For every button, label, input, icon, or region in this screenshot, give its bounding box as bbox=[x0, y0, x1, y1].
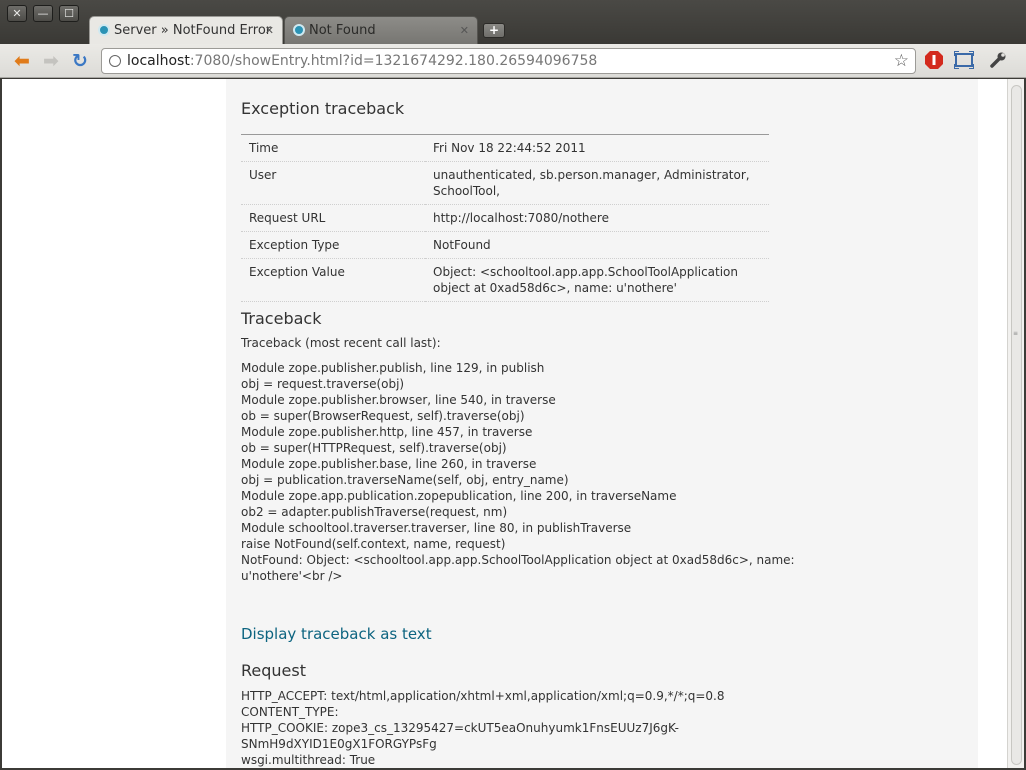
fullscreen-extension-button[interactable] bbox=[953, 50, 975, 71]
request-line: SNmH9dXYID1E0gX1FORGYPsFg bbox=[241, 737, 437, 751]
traceback-line: Module zope.app.publication.zopepublicat… bbox=[241, 489, 677, 503]
browser-toolbar: ⬅ ➡ ↻ localhost:7080/showEntry.html?id=1… bbox=[0, 44, 1026, 78]
url-host: localhost bbox=[127, 53, 190, 69]
tab-server-notfound-error[interactable]: Server » NotFound Error ✕ bbox=[89, 16, 283, 44]
traceback-line: NotFound: Object: <schooltool.app.app.Sc… bbox=[241, 553, 795, 567]
table-row: Time Fri Nov 18 22:44:52 2011 bbox=[241, 134, 769, 162]
info-key-request-url: Request URL bbox=[241, 204, 425, 232]
traceback-line: Module zope.publisher.http, line 457, in… bbox=[241, 425, 533, 439]
request-lines: HTTP_ACCEPT: text/html,application/xhtml… bbox=[241, 688, 725, 768]
back-button[interactable]: ⬅ bbox=[11, 50, 33, 72]
request-line: HTTP_ACCEPT: text/html,application/xhtml… bbox=[241, 689, 725, 703]
page-viewport: Exception traceback Time Fri Nov 18 22:4… bbox=[2, 79, 1007, 768]
info-key-exception-type: Exception Type bbox=[241, 231, 425, 259]
info-value-exception-type: NotFound bbox=[425, 231, 769, 259]
request-line: wsgi.multithread: True bbox=[241, 753, 376, 767]
close-icon: ✕ bbox=[12, 7, 22, 20]
new-tab-button[interactable]: + bbox=[483, 23, 505, 38]
traceback-line: ob = super(HTTPRequest, self).traverse(o… bbox=[241, 441, 507, 455]
adblock-extension-button[interactable] bbox=[924, 51, 944, 71]
info-value-user: unauthenticated, sb.person.manager, Admi… bbox=[425, 161, 769, 205]
table-row: Exception Type NotFound bbox=[241, 231, 769, 259]
wrench-icon bbox=[990, 52, 1006, 68]
tab-title: Server » NotFound Error bbox=[114, 23, 272, 38]
info-value-exception-value: Object: <schooltool.app.app.SchoolToolAp… bbox=[425, 258, 769, 302]
traceback-line: obj = publication.traverseName(self, obj… bbox=[241, 473, 569, 487]
traceback-line: Module zope.publisher.browser, line 540,… bbox=[241, 393, 556, 407]
window-titlebar: ✕ — ☐ Server » NotFound Error ✕ Not Foun… bbox=[0, 0, 1026, 44]
settings-wrench-button[interactable] bbox=[988, 51, 1008, 71]
info-key-time: Time bbox=[241, 134, 425, 162]
exception-traceback-heading: Exception traceback bbox=[241, 99, 405, 118]
info-value-time: Fri Nov 18 22:44:52 2011 bbox=[425, 134, 769, 162]
url-path: :7080/showEntry.html?id=1321674292.180.2… bbox=[189, 53, 598, 69]
exception-info-table: Time Fri Nov 18 22:44:52 2011 User unaut… bbox=[241, 134, 769, 302]
info-value-request-url: http://localhost:7080/nothere bbox=[425, 204, 769, 232]
stop-sign-icon bbox=[925, 51, 943, 69]
tab-close-icon[interactable]: ✕ bbox=[265, 17, 274, 44]
arrow-left-icon: ⬅ bbox=[14, 50, 30, 72]
maximize-icon: ☐ bbox=[64, 7, 74, 20]
info-key-user: User bbox=[241, 161, 425, 205]
table-row: User unauthenticated, sb.person.manager,… bbox=[241, 161, 769, 205]
traceback-line: ob2 = adapter.publishTraverse(request, n… bbox=[241, 505, 508, 519]
reload-icon: ↻ bbox=[72, 50, 88, 72]
scrollbar-thumb[interactable] bbox=[1011, 85, 1022, 765]
minimize-icon: — bbox=[37, 7, 49, 20]
globe-icon bbox=[109, 55, 121, 67]
window-maximize-button[interactable]: ☐ bbox=[59, 5, 79, 22]
reload-button[interactable]: ↻ bbox=[69, 50, 91, 72]
traceback-lines: Module zope.publisher.publish, line 129,… bbox=[241, 360, 795, 584]
traceback-line: u'nothere'<br /> bbox=[241, 569, 343, 583]
arrow-right-icon: ➡ bbox=[43, 50, 59, 72]
schooltool-favicon-icon bbox=[98, 24, 110, 36]
traceback-heading: Traceback bbox=[241, 309, 322, 328]
traceback-line: obj = request.traverse(obj) bbox=[241, 377, 405, 391]
traceback-line: Module zope.publisher.publish, line 129,… bbox=[241, 361, 545, 375]
table-row: Request URL http://localhost:7080/nother… bbox=[241, 204, 769, 232]
traceback-line: Module zope.publisher.base, line 260, in… bbox=[241, 457, 537, 471]
bookmark-star-icon[interactable]: ☆ bbox=[894, 49, 909, 73]
table-row: Exception Value Object: <schooltool.app.… bbox=[241, 258, 769, 302]
tab-not-found[interactable]: Not Found ✕ bbox=[284, 16, 478, 44]
traceback-line: ob = super(BrowserRequest, self).travers… bbox=[241, 409, 525, 423]
window-close-button[interactable]: ✕ bbox=[7, 5, 27, 22]
traceback-intro: Traceback (most recent call last): bbox=[241, 336, 441, 350]
request-line: HTTP_COOKIE: zope3_cs_13295427=ckUT5eaOn… bbox=[241, 721, 679, 735]
main-content-column: Exception traceback Time Fri Nov 18 22:4… bbox=[226, 79, 978, 768]
tab-title: Not Found bbox=[309, 23, 376, 38]
request-line: CONTENT_TYPE: bbox=[241, 705, 339, 719]
vertical-scrollbar[interactable]: ≡ bbox=[1007, 79, 1024, 768]
traceback-line: Module schooltool.traverser.traverser, l… bbox=[241, 521, 632, 535]
info-key-exception-value: Exception Value bbox=[241, 258, 425, 302]
forward-button[interactable]: ➡ bbox=[40, 50, 62, 72]
schooltool-favicon-icon bbox=[293, 24, 305, 36]
plus-icon: + bbox=[488, 23, 500, 37]
display-traceback-as-text-link[interactable]: Display traceback as text bbox=[241, 625, 432, 643]
request-heading: Request bbox=[241, 661, 306, 680]
screen-frame-icon bbox=[953, 50, 975, 70]
address-bar[interactable]: localhost:7080/showEntry.html?id=1321674… bbox=[101, 48, 916, 74]
scrollbar-grip-icon: ≡ bbox=[1013, 330, 1019, 337]
tab-close-icon[interactable]: ✕ bbox=[460, 17, 469, 44]
window-minimize-button[interactable]: — bbox=[33, 5, 53, 22]
traceback-line: raise NotFound(self.context, name, reque… bbox=[241, 537, 506, 551]
